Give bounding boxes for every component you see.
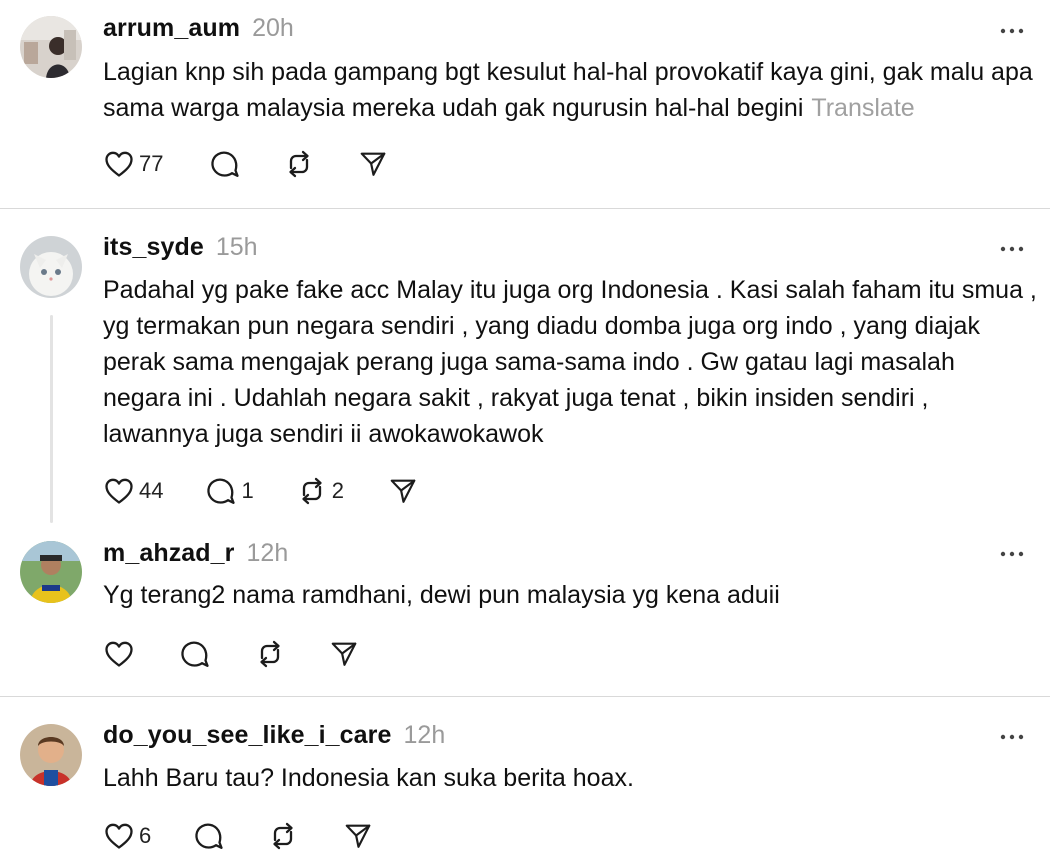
reply-button[interactable]: 1 bbox=[205, 475, 254, 507]
like-count: 6 bbox=[139, 823, 152, 848]
post-card: do_you_see_like_i_care 12h Lahh Baru tau… bbox=[0, 697, 1050, 862]
like-count: 44 bbox=[139, 478, 164, 503]
translate-link[interactable]: Translate bbox=[811, 94, 914, 122]
more-options-button[interactable] bbox=[1000, 244, 1024, 254]
post-time: 15h bbox=[215, 233, 258, 261]
repost-button[interactable] bbox=[254, 638, 286, 670]
like-button[interactable]: 6 bbox=[103, 820, 151, 852]
post-time: 20h bbox=[252, 14, 294, 42]
reply-count: 1 bbox=[241, 478, 254, 503]
more-icon bbox=[1000, 732, 1024, 742]
heart-icon bbox=[103, 638, 135, 670]
send-icon bbox=[388, 476, 418, 506]
more-options-button[interactable] bbox=[1000, 26, 1024, 36]
comment-icon bbox=[193, 820, 225, 852]
username[interactable]: do_you_see_like_i_care bbox=[103, 721, 392, 750]
repost-button[interactable] bbox=[283, 148, 315, 180]
post-card: its_syde 15h Padahal yg pake fake acc Ma… bbox=[0, 209, 1050, 523]
post-text: Lahh Baru tau? Indonesia kan suka berita… bbox=[103, 764, 634, 792]
send-icon bbox=[343, 821, 373, 851]
more-icon bbox=[1000, 26, 1024, 36]
like-button[interactable]: 77 bbox=[103, 148, 163, 180]
post-text-block: Lagian knp sih pada gampang bgt kesulut … bbox=[103, 54, 1038, 126]
reply-button[interactable] bbox=[209, 148, 241, 180]
action-bar: 77 bbox=[103, 146, 388, 182]
reply-button[interactable] bbox=[179, 638, 211, 670]
comment-icon bbox=[179, 638, 211, 670]
share-button[interactable] bbox=[358, 149, 388, 179]
username[interactable]: its_syde bbox=[103, 233, 204, 262]
comment-icon bbox=[205, 475, 237, 507]
send-icon bbox=[329, 639, 359, 669]
repost-count: 2 bbox=[331, 478, 344, 503]
reply-button[interactable] bbox=[193, 820, 225, 852]
repost-button[interactable] bbox=[267, 820, 299, 852]
repost-button[interactable]: 2 bbox=[296, 475, 344, 507]
post-text: Padahal yg pake fake acc Malay itu juga … bbox=[103, 276, 1037, 448]
post-card: arrum_aum 20h Lagian knp sih pada gampan… bbox=[0, 0, 1050, 208]
post-card: m_ahzad_r 12h Yg terang2 nama ramdhani, … bbox=[0, 521, 1050, 696]
repost-icon bbox=[283, 148, 315, 180]
repost-icon bbox=[296, 475, 328, 507]
like-button[interactable]: 44 bbox=[103, 475, 163, 507]
thread-line bbox=[50, 315, 53, 523]
action-bar bbox=[103, 636, 359, 672]
post-time: 12h bbox=[246, 539, 289, 567]
avatar[interactable] bbox=[20, 541, 82, 603]
like-button[interactable] bbox=[103, 638, 135, 670]
more-options-button[interactable] bbox=[1000, 549, 1024, 559]
share-button[interactable] bbox=[329, 639, 359, 669]
like-count: 77 bbox=[139, 151, 164, 176]
repost-icon bbox=[254, 638, 286, 670]
repost-icon bbox=[267, 820, 299, 852]
share-button[interactable] bbox=[388, 476, 418, 506]
username[interactable]: arrum_aum bbox=[103, 14, 240, 43]
post-time: 12h bbox=[403, 721, 446, 749]
send-icon bbox=[358, 149, 388, 179]
avatar[interactable] bbox=[20, 16, 82, 78]
share-button[interactable] bbox=[343, 821, 373, 851]
more-icon bbox=[1000, 244, 1024, 254]
heart-icon bbox=[103, 820, 135, 852]
more-options-button[interactable] bbox=[1000, 732, 1024, 742]
username[interactable]: m_ahzad_r bbox=[103, 539, 235, 568]
heart-icon bbox=[103, 148, 135, 180]
comment-icon bbox=[209, 148, 241, 180]
more-icon bbox=[1000, 549, 1024, 559]
action-bar: 6 bbox=[103, 818, 373, 854]
post-text: Yg terang2 nama ramdhani, dewi pun malay… bbox=[103, 581, 780, 609]
heart-icon bbox=[103, 475, 135, 507]
avatar[interactable] bbox=[20, 236, 82, 298]
action-bar: 44 1 2 bbox=[103, 473, 418, 509]
avatar[interactable] bbox=[20, 724, 82, 786]
